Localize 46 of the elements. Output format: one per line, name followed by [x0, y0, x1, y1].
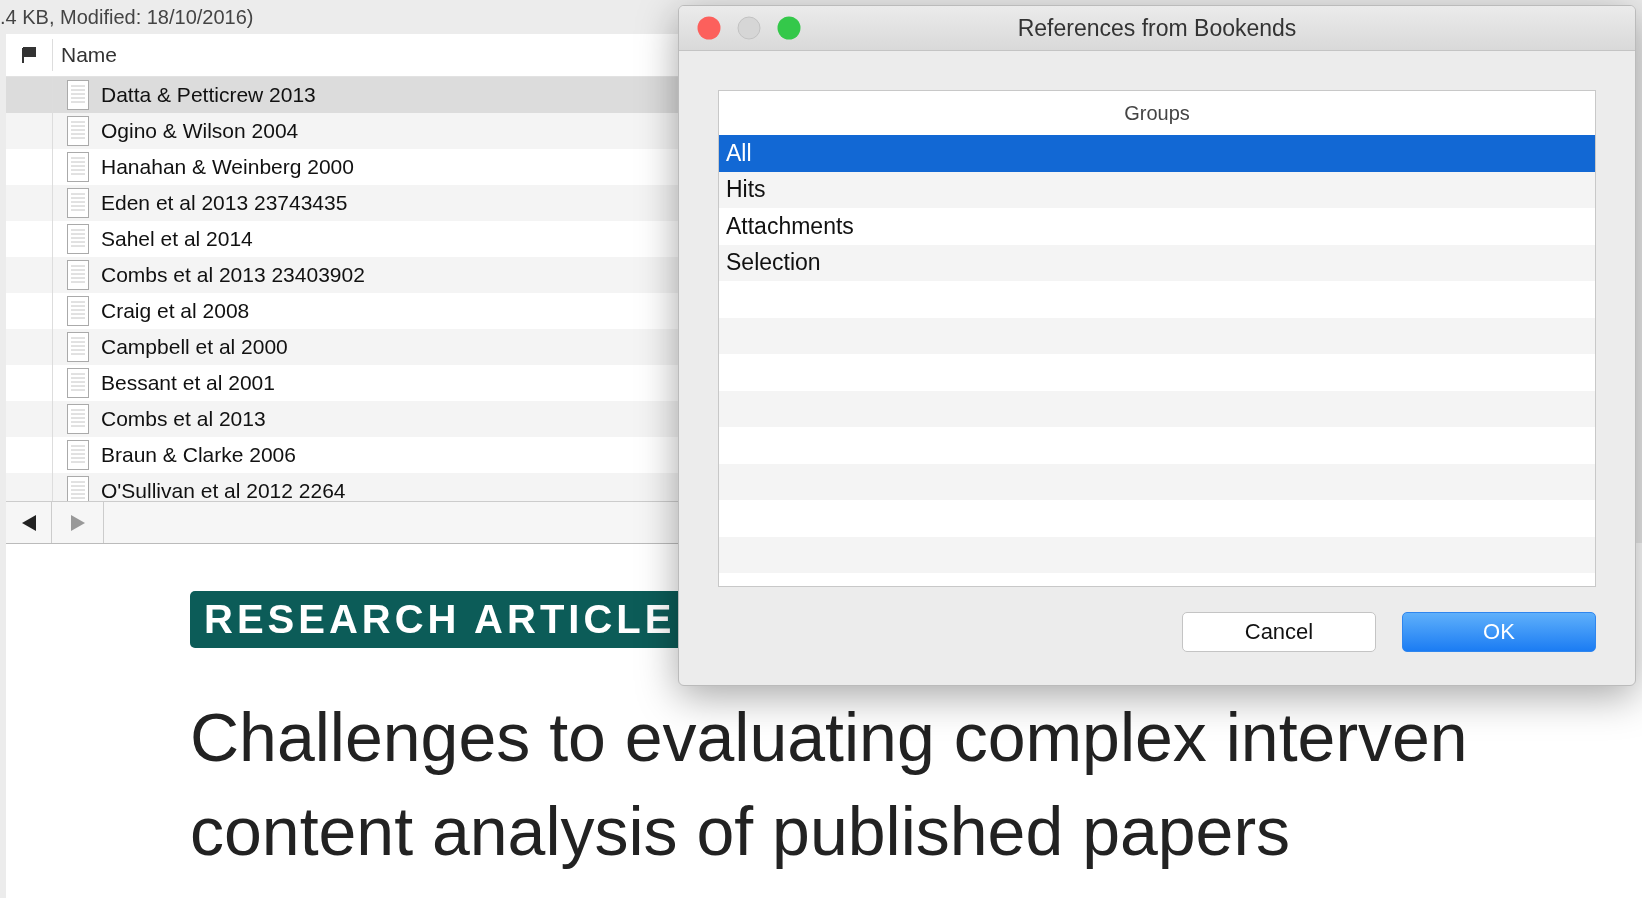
file-row[interactable]: Combs et al 2013 — [6, 401, 680, 437]
document-icon — [67, 80, 89, 110]
close-icon[interactable] — [697, 16, 721, 40]
file-name: Bessant et al 2001 — [101, 371, 275, 395]
file-name: Eden et al 2013 23743435 — [101, 191, 348, 215]
file-row[interactable]: Eden et al 2013 23743435 — [6, 185, 680, 221]
file-name: Hanahan & Weinberg 2000 — [101, 155, 354, 179]
document-icon — [67, 332, 89, 362]
document-icon — [67, 116, 89, 146]
group-item[interactable]: Attachments — [719, 208, 1595, 245]
document-icon — [67, 440, 89, 470]
file-row[interactable]: Datta & Petticrew 2013 — [6, 77, 680, 113]
document-icon — [67, 368, 89, 398]
document-icon — [67, 224, 89, 254]
file-name: Combs et al 2013 — [101, 407, 266, 431]
file-name: Datta & Petticrew 2013 — [101, 83, 316, 107]
document-icon — [67, 260, 89, 290]
groups-column-header: Groups — [1123, 100, 1191, 126]
group-item[interactable]: Selection — [719, 244, 1595, 281]
minimize-icon — [737, 16, 761, 40]
group-item[interactable]: All — [719, 135, 1595, 172]
document-icon — [67, 404, 89, 434]
file-name: Ogino & Wilson 2004 — [101, 119, 299, 143]
file-row[interactable]: Combs et al 2013 23403902 — [6, 257, 680, 293]
status-text: .4 KB, Modified: 18/10/2016) — [0, 5, 254, 29]
file-name: Combs et al 2013 23403902 — [101, 263, 365, 287]
document-icon — [67, 152, 89, 182]
document-icon — [67, 296, 89, 326]
file-name: Campbell et al 2000 — [101, 335, 288, 359]
file-row[interactable]: Campbell et al 2000 — [6, 329, 680, 365]
file-name: Sahel et al 2014 — [101, 227, 253, 251]
file-name: O'Sullivan et al 2012 2264 — [101, 479, 346, 501]
cancel-button[interactable]: Cancel — [1182, 612, 1376, 652]
left-triangle-icon — [20, 513, 37, 532]
file-name: Braun & Clarke 2006 — [101, 443, 296, 467]
file-name: Craig et al 2008 — [101, 299, 250, 323]
document-icon — [67, 188, 89, 218]
right-triangle-icon — [69, 513, 86, 532]
group-item[interactable]: Hits — [719, 171, 1595, 208]
column-header[interactable]: Name — [53, 43, 118, 67]
flag-icon[interactable] — [21, 47, 37, 63]
file-row[interactable]: Ogino & Wilson 2004 — [6, 113, 680, 149]
zoom-icon[interactable] — [777, 16, 801, 40]
article-title: Challenges to evaluating complex interven content analysis of published papers — [190, 698, 1469, 871]
file-row[interactable]: O'Sullivan et al 2012 2264 — [6, 473, 680, 501]
dialog-title: References from Bookends — [1017, 14, 1297, 41]
